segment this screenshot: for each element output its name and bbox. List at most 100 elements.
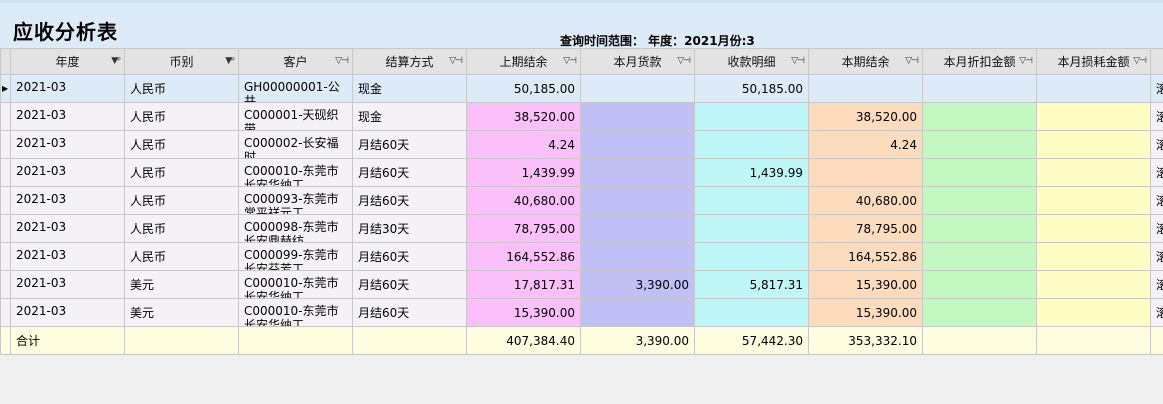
cell-month-goods[interactable]: 3,390.00: [580, 270, 695, 299]
row-indicator[interactable]: [0, 270, 11, 299]
cell-prev-balance[interactable]: 40,680.00: [466, 186, 581, 215]
cell-receipts[interactable]: [694, 102, 809, 131]
cell-year[interactable]: 2021-03: [10, 158, 125, 187]
cell-month-goods[interactable]: [580, 102, 695, 131]
cell-customer[interactable]: GH00000001-公共: [238, 74, 353, 103]
row-indicator[interactable]: [0, 130, 11, 159]
cell-settlement[interactable]: 月结60天: [352, 158, 467, 187]
row-indicator[interactable]: [0, 158, 11, 187]
cell-receipts[interactable]: 1,439.99: [694, 158, 809, 187]
cell-prev-balance[interactable]: 38,520.00: [466, 102, 581, 131]
cell-customer[interactable]: C000093-东莞市常平祥元工: [238, 186, 353, 215]
cell-discount[interactable]: [922, 214, 1037, 243]
column-header-receipts[interactable]: 收款明细 ▽⊣: [694, 48, 809, 75]
cell-loss[interactable]: [1036, 270, 1151, 299]
cell-prev-balance[interactable]: 78,795.00: [466, 214, 581, 243]
cell-loss[interactable]: [1036, 74, 1151, 103]
cell-month-goods[interactable]: [580, 186, 695, 215]
receivables-grid[interactable]: 年度 ▼ᵖ 币别 ▼ᵖ 客户 ▽⊣ 结算方式 ▽⊣ 上期结余 ▽⊣ 本月货款 ▽⊣ 收款明细…: [0, 48, 1163, 355]
cell-prev-balance[interactable]: 50,185.00: [466, 74, 581, 103]
filter-pin-icon[interactable]: ▽⊣: [335, 56, 349, 66]
cell-cur-balance[interactable]: 78,795.00: [808, 214, 923, 243]
cell-cur-balance[interactable]: 40,680.00: [808, 186, 923, 215]
cell-currency[interactable]: 人民币: [124, 214, 239, 243]
cell-discount[interactable]: [922, 270, 1037, 299]
column-header-year[interactable]: 年度 ▼ᵖ: [10, 48, 125, 75]
cell-cur-balance[interactable]: 164,552.86: [808, 242, 923, 271]
column-header-month-goods[interactable]: 本月货款 ▽⊣: [580, 48, 695, 75]
table-row[interactable]: 2021-03 美元 C000010-东莞市长安华纳工 月结60天 15,390.00 1…: [0, 298, 1163, 327]
filter-pin-icon[interactable]: ▽⊣: [791, 56, 805, 66]
cell-loss[interactable]: [1036, 186, 1151, 215]
filter-pin-icon[interactable]: ▼ᵖ: [225, 56, 235, 66]
filter-pin-icon[interactable]: ▼ᵖ: [111, 56, 121, 66]
cell-currency[interactable]: 人民币: [124, 102, 239, 131]
row-indicator[interactable]: [0, 186, 11, 215]
cell-month-goods[interactable]: [580, 74, 695, 103]
cell-year[interactable]: 2021-03: [10, 298, 125, 327]
cell-discount[interactable]: [922, 74, 1037, 103]
cell-currency[interactable]: 人民币: [124, 242, 239, 271]
cell-overflow[interactable]: 滚: [1150, 186, 1163, 215]
cell-currency[interactable]: 人民币: [124, 158, 239, 187]
column-header-prev-balance[interactable]: 上期结余 ▽⊣: [466, 48, 581, 75]
filter-pin-icon[interactable]: ▽⊣: [449, 56, 463, 66]
cell-settlement[interactable]: 月结60天: [352, 242, 467, 271]
cell-settlement[interactable]: 月结60天: [352, 186, 467, 215]
cell-loss[interactable]: [1036, 298, 1151, 327]
cell-prev-balance[interactable]: 15,390.00: [466, 298, 581, 327]
table-row[interactable]: ▶ 2021-03 人民币 GH00000001-公共 现金 50,185.00 50,18…: [0, 74, 1163, 103]
cell-discount[interactable]: [922, 186, 1037, 215]
cell-settlement[interactable]: 现金: [352, 102, 467, 131]
cell-overflow[interactable]: 滚: [1150, 74, 1163, 103]
table-row[interactable]: 2021-03 人民币 C000099-东莞市长安芬芳工 月结60天 164,552.8…: [0, 242, 1163, 271]
table-row[interactable]: 2021-03 人民币 C000010-东莞市长安华纳工 月结60天 1,439.99 1…: [0, 158, 1163, 187]
filter-pin-icon[interactable]: ▽⊣: [677, 56, 691, 66]
filter-pin-icon[interactable]: ▽⊣: [905, 56, 919, 66]
cell-year[interactable]: 2021-03: [10, 186, 125, 215]
cell-prev-balance[interactable]: 4.24: [466, 130, 581, 159]
cell-cur-balance[interactable]: 15,390.00: [808, 270, 923, 299]
cell-cur-balance[interactable]: 38,520.00: [808, 102, 923, 131]
cell-currency[interactable]: 人民币: [124, 186, 239, 215]
cell-cur-balance[interactable]: [808, 74, 923, 103]
column-header-settlement[interactable]: 结算方式 ▽⊣: [352, 48, 467, 75]
cell-prev-balance[interactable]: 1,439.99: [466, 158, 581, 187]
cell-receipts[interactable]: 5,817.31: [694, 270, 809, 299]
table-row[interactable]: 2021-03 人民币 C000098-东莞市长安鼎赫纺 月结30天 78,795.00…: [0, 214, 1163, 243]
cell-discount[interactable]: [922, 242, 1037, 271]
column-header-loss[interactable]: 本月损耗金额 ▽⊣: [1036, 48, 1151, 75]
cell-customer[interactable]: C000010-东莞市长安华纳工: [238, 158, 353, 187]
row-indicator[interactable]: [0, 102, 11, 131]
cell-discount[interactable]: [922, 102, 1037, 131]
cell-loss[interactable]: [1036, 130, 1151, 159]
row-indicator[interactable]: ▶: [0, 74, 11, 103]
cell-settlement[interactable]: 月结60天: [352, 298, 467, 327]
cell-cur-balance[interactable]: 15,390.00: [808, 298, 923, 327]
cell-customer[interactable]: C000010-东莞市长安华纳工: [238, 298, 353, 327]
column-header-customer[interactable]: 客户 ▽⊣: [238, 48, 353, 75]
cell-settlement[interactable]: 月结60天: [352, 130, 467, 159]
cell-loss[interactable]: [1036, 102, 1151, 131]
cell-receipts[interactable]: 50,185.00: [694, 74, 809, 103]
cell-discount[interactable]: [922, 130, 1037, 159]
cell-discount[interactable]: [922, 158, 1037, 187]
table-row[interactable]: 2021-03 人民币 C000001-天砚织带 现金 38,520.00 38,520.…: [0, 102, 1163, 131]
cell-currency[interactable]: 美元: [124, 270, 239, 299]
row-indicator[interactable]: [0, 242, 11, 271]
filter-pin-icon[interactable]: ▽⊣: [1133, 56, 1147, 66]
cell-discount[interactable]: [922, 298, 1037, 327]
cell-month-goods[interactable]: [580, 214, 695, 243]
column-header-discount[interactable]: 本月折扣金额 ▽⊣: [922, 48, 1037, 75]
cell-customer[interactable]: C000001-天砚织带: [238, 102, 353, 131]
cell-cur-balance[interactable]: 4.24: [808, 130, 923, 159]
cell-year[interactable]: 2021-03: [10, 102, 125, 131]
cell-receipts[interactable]: [694, 130, 809, 159]
cell-overflow[interactable]: 滚: [1150, 298, 1163, 327]
cell-overflow[interactable]: 滚: [1150, 214, 1163, 243]
table-row[interactable]: 2021-03 美元 C000010-东莞市长安华纳工 月结60天 17,817.31 3…: [0, 270, 1163, 299]
filter-pin-icon[interactable]: ▽⊣: [1019, 56, 1033, 66]
cell-loss[interactable]: [1036, 214, 1151, 243]
cell-overflow[interactable]: 滚: [1150, 158, 1163, 187]
cell-year[interactable]: 2021-03: [10, 130, 125, 159]
